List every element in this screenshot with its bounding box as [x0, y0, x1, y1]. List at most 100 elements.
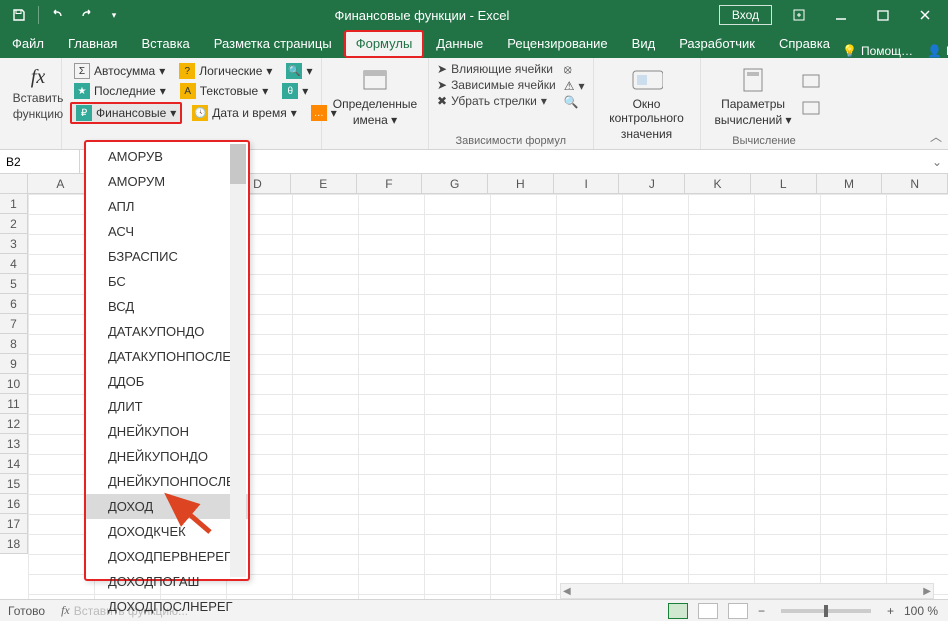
tab-view[interactable]: Вид	[620, 30, 668, 58]
defined-names-button[interactable]: Определенные имена ▾	[330, 62, 420, 130]
redo-icon[interactable]	[75, 4, 97, 26]
remove-arrows-button[interactable]: ✖Убрать стрелки ▾	[437, 94, 556, 108]
horizontal-scrollbar[interactable]: ◀ ▶	[560, 583, 934, 599]
tab-help[interactable]: Справка	[767, 30, 842, 58]
lookup-button[interactable]: 🔍▾	[282, 62, 316, 80]
row-header[interactable]: 13	[0, 434, 28, 454]
trace-dependents-button[interactable]: ➤Зависимые ячейки	[437, 78, 556, 92]
formula-input[interactable]	[244, 150, 926, 173]
dropdown-item[interactable]: АМОРУВ	[86, 144, 248, 169]
row-header[interactable]: 11	[0, 394, 28, 414]
share-button[interactable]: 👤 Поделиться	[927, 44, 948, 58]
tell-me-button[interactable]: 💡 Помощ…	[842, 44, 913, 58]
dropdown-item[interactable]: ДОХОДПОСЛНЕРЕГ	[86, 594, 248, 619]
column-header[interactable]: G	[422, 174, 488, 193]
evaluate-formula-button[interactable]: 🔍	[564, 95, 585, 109]
dropdown-item[interactable]: БС	[86, 269, 248, 294]
qat-customize-icon[interactable]: ▾	[103, 4, 125, 26]
view-page-layout-button[interactable]	[698, 603, 718, 619]
select-all-corner[interactable]	[0, 174, 28, 194]
dropdown-item[interactable]: ВСД	[86, 294, 248, 319]
dropdown-item[interactable]: АМОРУМ	[86, 169, 248, 194]
tab-review[interactable]: Рецензирование	[495, 30, 619, 58]
zoom-out-button[interactable]: −	[758, 604, 765, 618]
calc-now-button[interactable]	[802, 74, 820, 91]
close-icon[interactable]	[910, 0, 940, 30]
dropdown-scrollbar[interactable]	[230, 144, 246, 577]
row-header[interactable]: 3	[0, 234, 28, 254]
status-fx-icon[interactable]: fx	[61, 603, 70, 618]
dropdown-item[interactable]: ДДОБ	[86, 369, 248, 394]
row-header[interactable]: 17	[0, 514, 28, 534]
collapse-ribbon-icon[interactable]: ︿	[930, 128, 942, 145]
zoom-slider[interactable]	[781, 609, 871, 613]
dropdown-item[interactable]: АПЛ	[86, 194, 248, 219]
maximize-icon[interactable]	[868, 0, 898, 30]
column-header[interactable]: M	[817, 174, 883, 193]
column-header[interactable]: K	[685, 174, 751, 193]
dropdown-scroll-thumb[interactable]	[230, 144, 246, 184]
row-header[interactable]: 18	[0, 534, 28, 554]
tab-file[interactable]: Файл	[0, 30, 56, 58]
column-header[interactable]: E	[291, 174, 357, 193]
column-header[interactable]: N	[882, 174, 948, 193]
zoom-in-button[interactable]: +	[887, 604, 894, 618]
dropdown-item[interactable]: ДОХОДПОГАШ	[86, 569, 248, 594]
row-header[interactable]: 10	[0, 374, 28, 394]
name-box[interactable]	[0, 150, 80, 173]
expand-formula-bar-icon[interactable]: ⌄	[926, 155, 948, 169]
scroll-left-icon[interactable]: ◀	[563, 586, 571, 597]
row-header[interactable]: 4	[0, 254, 28, 274]
row-header[interactable]: 1	[0, 194, 28, 214]
scroll-right-icon[interactable]: ▶	[923, 586, 931, 597]
tab-page-layout[interactable]: Разметка страницы	[202, 30, 344, 58]
view-normal-button[interactable]	[668, 603, 688, 619]
dropdown-item[interactable]: ДАТАКУПОНДО	[86, 319, 248, 344]
math-button[interactable]: θ▾	[278, 82, 312, 100]
undo-icon[interactable]	[47, 4, 69, 26]
row-header[interactable]: 14	[0, 454, 28, 474]
row-header[interactable]: 2	[0, 214, 28, 234]
calc-sheet-button[interactable]	[802, 101, 820, 118]
recent-button[interactable]: ★Последние ▾	[70, 82, 170, 100]
logical-button[interactable]: ?Логические ▾	[175, 62, 276, 80]
row-header[interactable]: 5	[0, 274, 28, 294]
row-header[interactable]: 12	[0, 414, 28, 434]
row-header[interactable]: 6	[0, 294, 28, 314]
row-header[interactable]: 8	[0, 334, 28, 354]
dropdown-item[interactable]: БЗРАСПИС	[86, 244, 248, 269]
column-header[interactable]: L	[751, 174, 817, 193]
row-header[interactable]: 15	[0, 474, 28, 494]
tab-data[interactable]: Данные	[424, 30, 495, 58]
dropdown-item[interactable]: ДОХОДПЕРВНЕРЕГ	[86, 544, 248, 569]
dropdown-item[interactable]: ДЛИТ	[86, 394, 248, 419]
row-header[interactable]: 7	[0, 314, 28, 334]
minimize-icon[interactable]	[826, 0, 856, 30]
financial-button[interactable]: ₽Финансовые ▾	[70, 102, 182, 124]
ribbon-options-icon[interactable]	[784, 0, 814, 30]
autosum-button[interactable]: ΣАвтосумма ▾	[70, 62, 169, 80]
column-header[interactable]: I	[554, 174, 620, 193]
text-button[interactable]: AТекстовые ▾	[176, 82, 272, 100]
show-formulas-button[interactable]: ⦻	[564, 62, 585, 77]
insert-function-button[interactable]: fx Вставить функцию	[8, 62, 68, 121]
column-header[interactable]: J	[619, 174, 685, 193]
zoom-level[interactable]: 100 %	[904, 604, 938, 618]
tab-insert[interactable]: Вставка	[129, 30, 201, 58]
datetime-button[interactable]: 🕓Дата и время ▾	[188, 102, 300, 124]
watch-window-button[interactable]: Окно контрольного значения	[602, 62, 692, 143]
column-header[interactable]: H	[488, 174, 554, 193]
tab-home[interactable]: Главная	[56, 30, 129, 58]
row-header[interactable]: 16	[0, 494, 28, 514]
dropdown-item[interactable]: АСЧ	[86, 219, 248, 244]
dropdown-item[interactable]: ДНЕЙКУПОНДО	[86, 444, 248, 469]
column-header[interactable]: F	[357, 174, 423, 193]
dropdown-item[interactable]: ДНЕЙКУПОН	[86, 419, 248, 444]
zoom-slider-thumb[interactable]	[824, 605, 828, 617]
save-icon[interactable]	[8, 4, 30, 26]
error-checking-button[interactable]: ⚠▾	[564, 79, 585, 93]
calculation-options-button[interactable]: Параметры вычислений ▾	[709, 62, 798, 130]
row-header[interactable]: 9	[0, 354, 28, 374]
view-page-break-button[interactable]	[728, 603, 748, 619]
trace-precedents-button[interactable]: ➤Влияющие ячейки	[437, 62, 556, 76]
